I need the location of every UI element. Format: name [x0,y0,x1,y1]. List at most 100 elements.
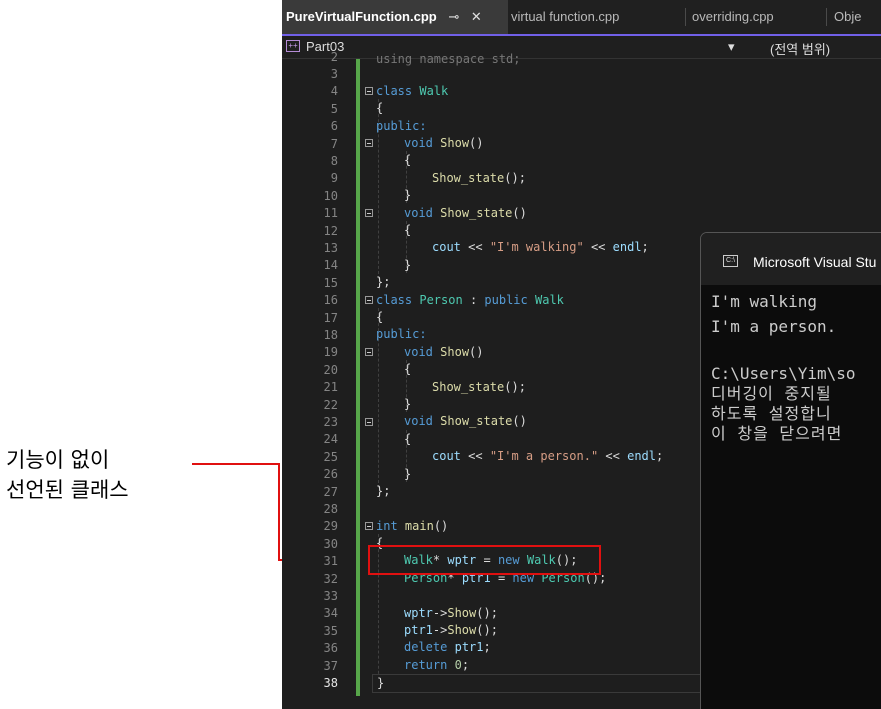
code-line-16: class Person : public Walk [376,293,564,307]
line-number: 36 [323,641,338,656]
tab-label: PureVirtualFunction.cpp [286,9,437,24]
line-number: 9 [330,171,338,186]
code-line-5: { [376,101,384,115]
line-number: 6 [330,119,338,134]
code-line-19: void Show() [404,345,484,359]
line-number: 31 [323,554,338,569]
code-line-25: cout << "I'm a person." << endl; [432,449,664,463]
debug-console-window[interactable]: C:\ Microsoft Visual Stu I'm walking I'm… [700,232,881,709]
annotation-line-2: 선언된 클래스 [6,478,129,502]
line-number: 32 [323,571,338,586]
line-number: 35 [323,623,338,638]
annotation-label: 기능이 없이 선언된 클래스 [6,445,129,505]
line-number: 5 [330,101,338,116]
line-number: 14 [323,258,338,273]
fold-toggle-icon[interactable] [365,209,373,217]
code-line-8: { [404,153,412,167]
line-number: 34 [323,606,338,621]
tab-purevirtualfunction[interactable]: PureVirtualFunction.cpp ⊸ ✕ [282,0,508,34]
tab-overriding[interactable]: overriding.cpp [692,0,832,34]
tab-label: Obje [834,9,862,24]
code-line-34: wptr->Show(); [404,606,498,620]
cpp-project-icon: ++ [286,40,300,52]
console-title-bar[interactable]: C:\ Microsoft Visual Stu [701,233,881,285]
line-number: 19 [323,345,338,360]
code-line-6: public: [376,119,427,133]
line-number: 22 [323,397,338,412]
code-line-12: { [404,223,412,237]
line-number: 3 [330,67,338,81]
line-number: 18 [323,328,338,342]
line-number: 28 [323,502,338,516]
line-number: 2 [330,49,338,64]
line-number: 23 [323,415,338,429]
line-number: 21 [323,380,338,395]
fold-toggle-icon[interactable] [365,296,373,304]
document-tab-bar: PureVirtualFunction.cpp ⊸ ✕ virtual func… [282,0,881,36]
code-line-27: }; [376,484,391,498]
code-line-22: } [404,397,412,411]
tab-separator [685,8,686,26]
fold-toggle-icon[interactable] [365,139,373,147]
fold-toggle-icon[interactable] [365,418,373,426]
fold-toggle-icon[interactable] [365,87,373,95]
line-number: 13 [323,241,338,255]
code-line-23: void Show_state() [404,414,527,428]
line-number: 33 [323,589,338,603]
line-number: 16 [323,293,338,308]
code-line-4: class Walk [376,84,449,98]
line-number: 27 [323,484,338,499]
annotation-connector-vertical [278,463,280,561]
code-line-10: } [404,188,412,202]
tab-label: virtual function.cpp [511,9,620,24]
tab-obje[interactable]: Obje [834,0,881,34]
scope-dropdown[interactable]: (전역 범위) [770,39,830,58]
chevron-down-icon[interactable]: ▾ [728,39,735,55]
console-output-line: I'm walking [711,292,817,311]
code-line-9: Show_state(); [432,171,526,185]
pin-icon[interactable]: ⊸ [448,9,459,24]
line-number: 26 [323,467,338,482]
line-number: 24 [323,432,338,447]
line-number: 30 [323,536,338,551]
code-line-24: { [404,432,412,446]
line-number: 10 [323,188,338,203]
line-number: 29 [323,519,338,534]
code-line-15: }; [376,275,391,289]
code-line-20: { [404,362,412,376]
close-icon[interactable]: ✕ [471,9,482,24]
line-number: 7 [330,136,338,151]
code-line-11: void Show_state() [404,206,527,220]
console-output-line: I'm a person. [711,317,837,336]
code-line-7: void Show() [404,136,484,150]
code-line-26: } [404,467,412,481]
code-line-2: using namespace std; [376,52,521,66]
fold-toggle-icon[interactable] [365,348,373,356]
code-line-29: int main() [376,519,449,533]
code-line-14: } [404,258,412,272]
navigation-bar: ++ Part03 ▾ (전역 범위) [282,36,881,59]
line-number: 37 [323,658,338,673]
line-number: 4 [330,84,338,99]
code-line-13: cout << "I'm walking" << endl; [432,240,649,254]
code-line-17: { [376,310,384,324]
line-number: 20 [323,362,338,377]
code-line-21: Show_state(); [432,380,526,394]
line-number: 11 [323,206,338,221]
code-line-36: delete ptr1; [404,640,491,654]
line-number: 25 [323,449,338,464]
code-line-37: return 0; [404,658,470,672]
line-number: 8 [330,154,338,168]
annotation-connector-horizontal [192,463,280,465]
tab-virtual-function[interactable]: virtual function.cpp [511,0,681,34]
change-tracking-bar [356,59,360,696]
console-output-line: 이 창을 닫으려면 [711,424,843,443]
line-number: 38 [323,676,338,690]
code-line-18: public: [376,327,427,341]
console-title: Microsoft Visual Stu [753,254,877,270]
fold-toggle-icon[interactable] [365,522,373,530]
highlight-box [368,545,601,575]
tab-separator [826,8,827,26]
line-number: 15 [323,275,338,290]
annotation-line-1: 기능이 없이 [6,448,110,472]
